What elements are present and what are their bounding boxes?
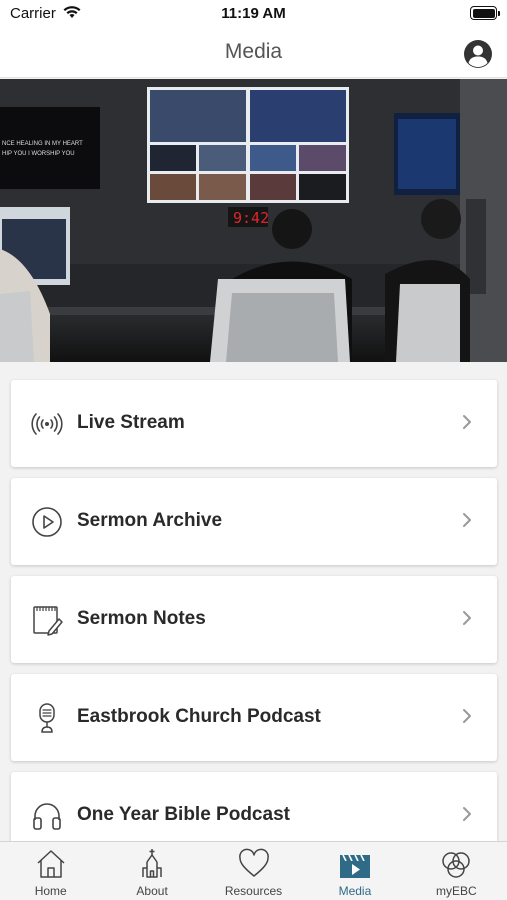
clock-time: 11:19 AM [221, 5, 286, 22]
menu-item-label: Live Stream [77, 412, 185, 433]
battery-icon [470, 6, 500, 20]
menu-item-live-stream[interactable]: Live Stream [11, 380, 497, 467]
tab-myebc[interactable]: myEBC [406, 842, 507, 900]
menu-item-label: Sermon Archive [77, 510, 223, 531]
hero-image: NCE HEALING IN MY HEART HIP YOU I WORSHI… [0, 79, 507, 362]
broadcast-icon [31, 413, 63, 435]
tab-resources[interactable]: Resources [203, 842, 304, 900]
menu-item-label: One Year Bible Podcast [77, 804, 290, 825]
chevron-right-icon [463, 709, 471, 723]
headphones-icon [33, 803, 61, 830]
chevron-right-icon [463, 513, 471, 527]
chevron-right-icon [463, 415, 471, 429]
hero-clock-readout: 9:42 [233, 209, 269, 227]
heart-icon [238, 848, 269, 877]
tab-bar: Home About Resources Media myEBC [0, 841, 507, 900]
status-bar: Carrier 11:19 AM [0, 0, 507, 28]
tab-label: Resources [224, 884, 283, 898]
battery-fill [472, 8, 495, 18]
play-circle-icon [32, 507, 62, 537]
tab-label: About [136, 884, 168, 898]
screen-lyrics-line2: HIP YOU I WORSHIP YOU [2, 151, 75, 157]
church-icon [142, 849, 162, 878]
home-icon [37, 850, 65, 878]
tab-label: Home [34, 884, 67, 898]
menu-item-sermon-notes[interactable]: Sermon Notes [11, 576, 497, 663]
tab-home[interactable]: Home [0, 842, 101, 900]
notepad-icon [33, 606, 63, 636]
menu-item-sermon-archive[interactable]: Sermon Archive [11, 478, 497, 565]
chevron-right-icon [463, 611, 471, 625]
menu-item-eastbrook-podcast[interactable]: Eastbrook Church Podcast [11, 674, 497, 761]
menu-item-label: Sermon Notes [77, 608, 206, 629]
media-menu-list: Live Stream Sermon Archive Sermon Notes … [11, 380, 497, 870]
chevron-right-icon [463, 807, 471, 821]
tab-about[interactable]: About [101, 842, 202, 900]
tab-label: myEBC [435, 884, 477, 898]
microphone-icon [39, 703, 55, 733]
page-title: Media [224, 40, 283, 63]
tab-media[interactable]: Media [304, 842, 405, 900]
nav-bar: Media [0, 28, 507, 78]
user-circle-icon[interactable] [463, 39, 493, 69]
clapperboard-icon [339, 854, 370, 878]
tab-label: Media [338, 884, 372, 898]
circles-icon [442, 852, 471, 878]
screen-lyrics-line1: NCE HEALING IN MY HEART [2, 141, 83, 147]
menu-item-label: Eastbrook Church Podcast [77, 706, 321, 727]
